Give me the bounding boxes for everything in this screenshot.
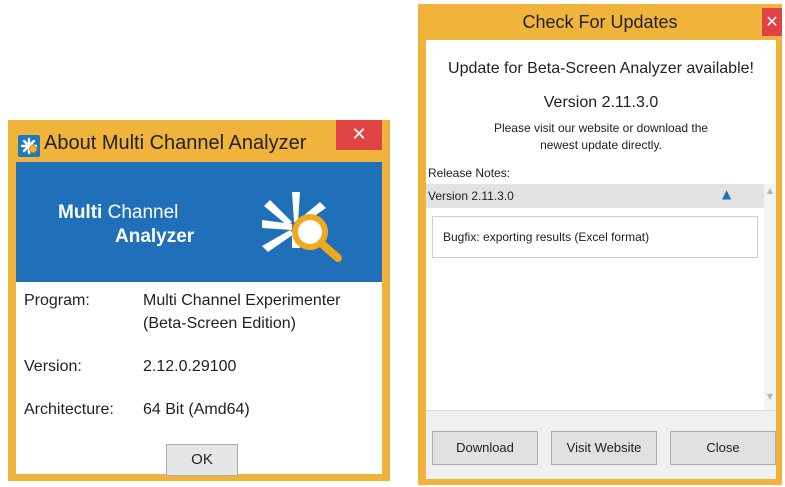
update-description-line2: newest update directly. <box>540 138 662 152</box>
program-value-line2: (Beta-Screen Edition) <box>143 315 296 332</box>
release-note-text: Bugfix: exporting results (Excel format) <box>443 230 650 244</box>
update-description-line1: Please visit our website or download the <box>493 121 709 135</box>
release-notes-version: Version 2.11.3.0 <box>428 189 514 203</box>
about-title: About Multi Channel Analyzer <box>44 132 307 154</box>
chevron-up-icon[interactable]: ▲ <box>722 187 731 201</box>
app-logo-icon <box>18 135 40 157</box>
program-label: Program: <box>24 292 90 309</box>
updates-dialog: Check For Updates ✕ Update for Beta-Scre… <box>418 4 782 485</box>
magnifier-logo-icon <box>256 188 346 264</box>
release-note-item: Bugfix: exporting results (Excel format) <box>432 216 758 258</box>
update-heading: Update for Beta-Screen Analyzer availabl… <box>448 60 754 77</box>
program-value-line1: Multi Channel Experimenter <box>143 292 341 309</box>
scroll-down-arrow-icon[interactable]: ▼ <box>765 392 775 401</box>
visit-website-button[interactable]: Visit Website <box>551 431 657 465</box>
release-notes-group-header[interactable]: Version 2.11.3.0 ▲ <box>426 184 764 208</box>
download-button[interactable]: Download <box>432 431 538 465</box>
product-banner: Multi Channel Analyzer <box>16 162 382 282</box>
updates-close-icon-button[interactable]: ✕ <box>762 8 782 36</box>
version-value: 2.12.0.29100 <box>143 358 237 375</box>
banner-channel: Channel <box>107 202 179 223</box>
about-close-button[interactable]: ✕ <box>336 120 382 150</box>
update-description: Please visit our website or download the… <box>426 120 776 154</box>
close-button[interactable]: Close <box>670 431 776 465</box>
updates-title: Check For Updates <box>522 12 678 32</box>
updates-button-bar: Download Visit Website Close <box>426 410 776 479</box>
release-notes-panel: Version 2.11.3.0 ▲ Bugfix: exporting res… <box>426 184 764 410</box>
release-notes-scrollbar[interactable]: ▲ ▼ <box>764 184 776 410</box>
version-label: Version: <box>24 358 82 375</box>
architecture-value: 64 Bit (Amd64) <box>143 401 250 418</box>
banner-multi: Multi <box>58 202 103 223</box>
about-titlebar[interactable]: About Multi Channel Analyzer ✕ <box>8 120 390 162</box>
ok-button[interactable]: OK <box>166 444 238 476</box>
about-dialog: About Multi Channel Analyzer ✕ Multi Cha… <box>8 120 390 481</box>
scroll-up-arrow-icon[interactable]: ▲ <box>765 186 775 195</box>
about-content: Multi Channel Analyzer Program: Multi Ch… <box>16 162 382 476</box>
updates-content: Update for Beta-Screen Analyzer availabl… <box>426 40 776 479</box>
banner-product-name: Multi Channel <box>58 202 178 224</box>
update-version: Version 2.11.3.0 <box>543 94 659 111</box>
release-notes-label: Release Notes: <box>428 166 511 180</box>
banner-analyzer: Analyzer <box>115 226 195 247</box>
architecture-label: Architecture: <box>24 401 114 418</box>
